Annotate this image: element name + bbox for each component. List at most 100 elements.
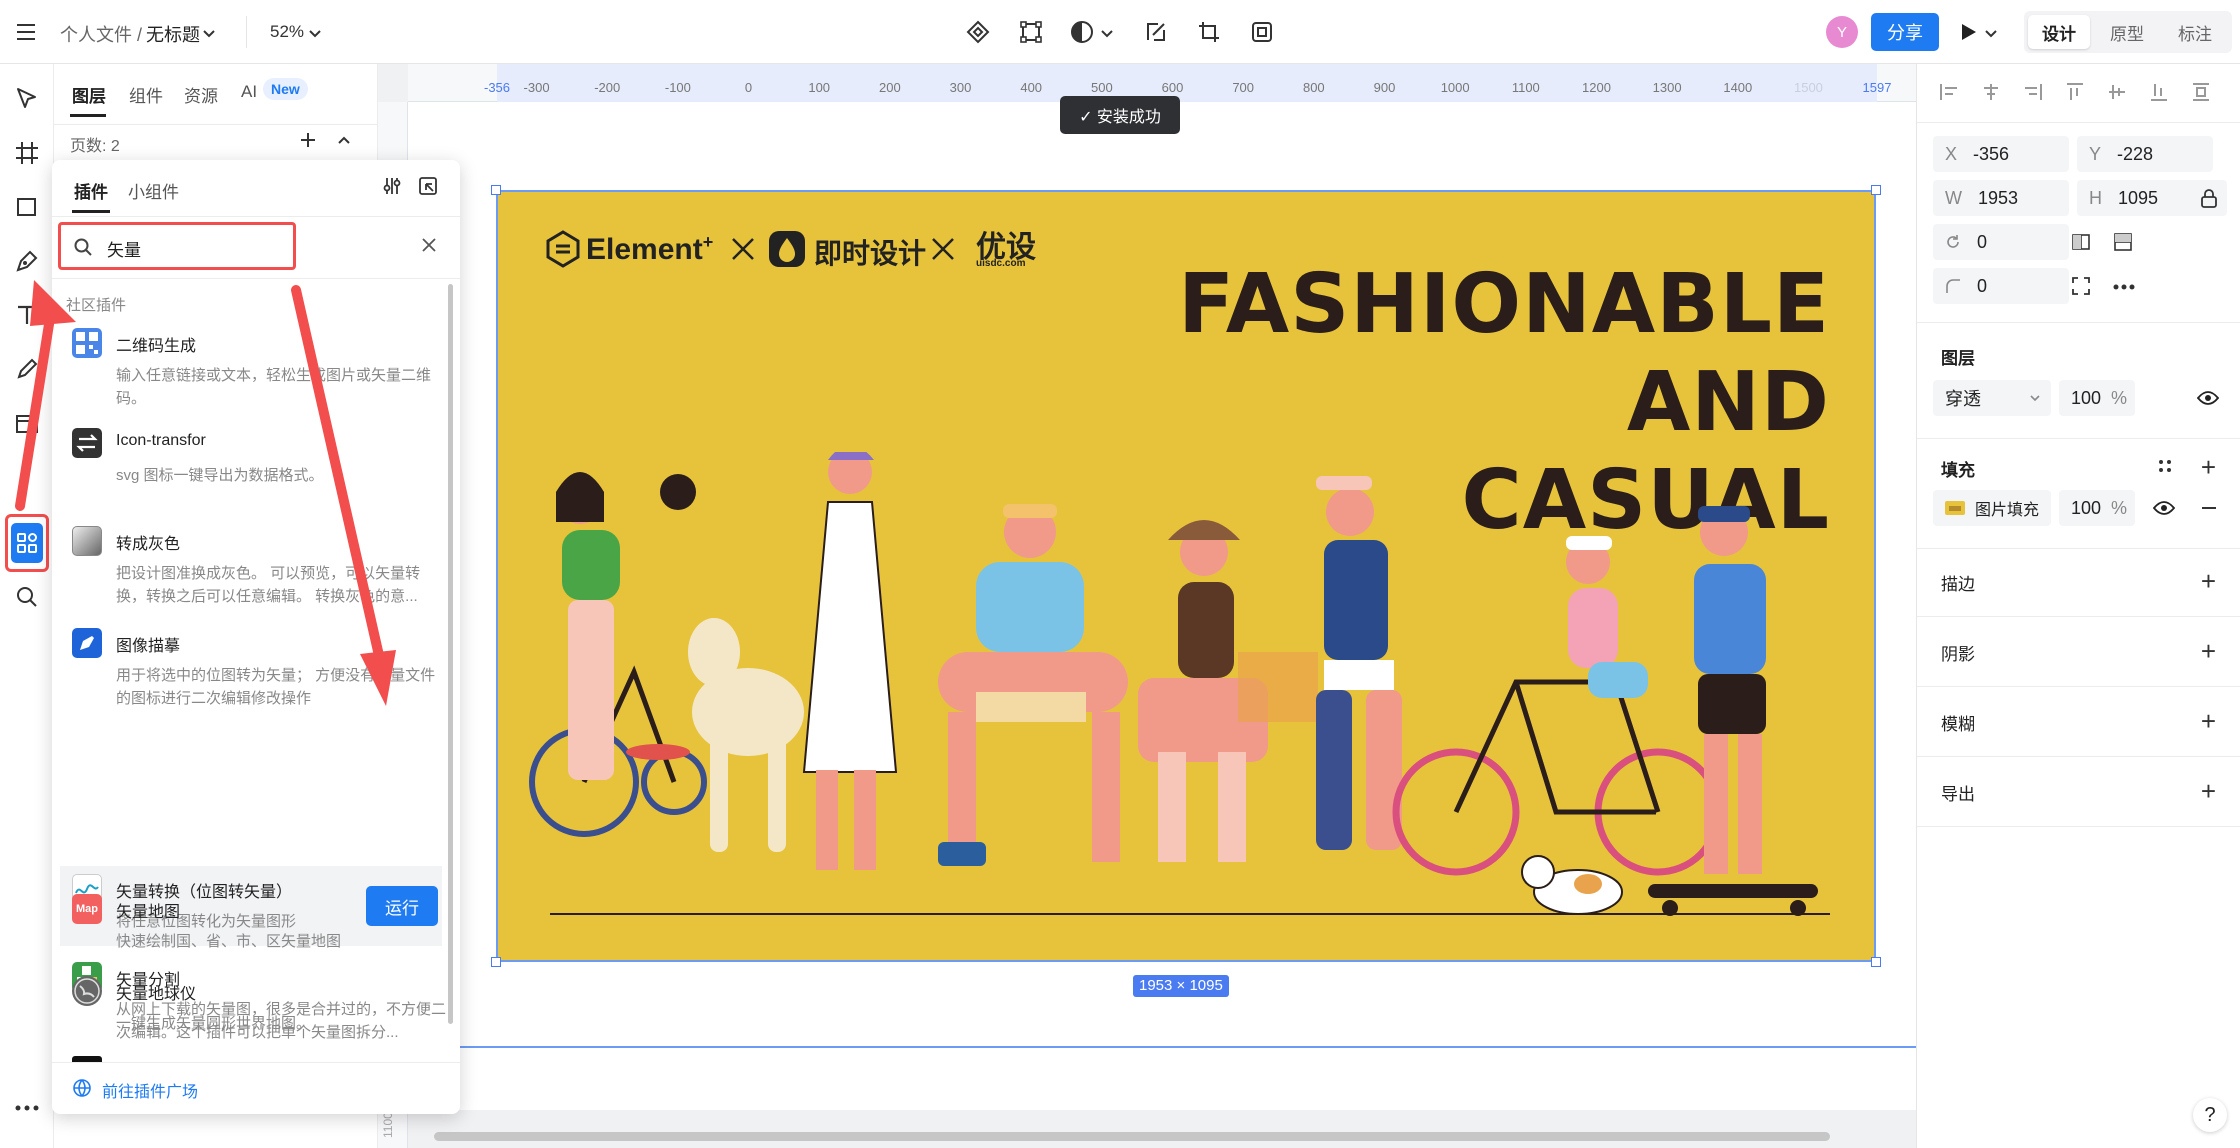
distribute-icon[interactable] bbox=[2191, 82, 2211, 102]
remove-fill-icon[interactable] bbox=[2201, 506, 2217, 510]
radius-field[interactable]: 0 bbox=[1933, 268, 2069, 304]
independent-corners-icon[interactable] bbox=[2071, 276, 2091, 296]
flip-vertical-icon[interactable] bbox=[2113, 232, 2133, 252]
style-grid-icon[interactable] bbox=[2157, 458, 2173, 474]
plugin-search-box[interactable]: 矢量 bbox=[58, 222, 296, 270]
chevron-up-icon[interactable] bbox=[336, 132, 352, 148]
add-stroke-icon[interactable]: + bbox=[2201, 568, 2216, 594]
plugins-icon bbox=[15, 531, 39, 555]
selection-handle[interactable] bbox=[491, 957, 501, 967]
fill-opacity-field[interactable]: 100 % bbox=[2059, 490, 2135, 526]
zoom-level[interactable]: 52% bbox=[270, 22, 304, 42]
text-icon[interactable] bbox=[14, 302, 40, 328]
tab-widgets[interactable]: 小组件 bbox=[128, 178, 179, 203]
list-item[interactable]: Map 矢量地图 快速绘制国、省、市、区矢量地图 bbox=[60, 886, 442, 958]
rectangle-icon[interactable] bbox=[14, 194, 40, 220]
opacity-value: 100 bbox=[2071, 387, 2102, 408]
settings-sliders-icon[interactable] bbox=[382, 176, 402, 196]
eye-icon[interactable] bbox=[2197, 390, 2219, 406]
open-external-icon[interactable] bbox=[418, 176, 438, 196]
clear-search-icon[interactable] bbox=[420, 236, 438, 254]
tab-design[interactable]: 设计 bbox=[2028, 15, 2090, 49]
avatar[interactable]: Y bbox=[1826, 16, 1858, 48]
h-label: H bbox=[2089, 187, 2102, 208]
align-bottom-icon[interactable] bbox=[2149, 82, 2169, 102]
tab-layers[interactable]: 图层 bbox=[72, 82, 106, 107]
tab-plugins[interactable]: 插件 bbox=[74, 178, 108, 203]
list-item[interactable]: 转成灰色 把设计图准换成灰色。 可以预览，可以矢量转换，转换之后可以任意编辑。 … bbox=[60, 518, 442, 618]
add-export-icon[interactable]: + bbox=[2201, 778, 2216, 804]
chevron-down-icon[interactable] bbox=[308, 26, 322, 40]
pencil-icon[interactable] bbox=[14, 356, 40, 382]
transform-icon[interactable] bbox=[1019, 20, 1043, 44]
h-value: 1095 bbox=[2118, 187, 2159, 208]
frame-tool-icon[interactable] bbox=[14, 140, 40, 166]
align-right-icon[interactable] bbox=[2023, 82, 2043, 102]
add-blur-icon[interactable]: + bbox=[2201, 708, 2216, 734]
selection-handle[interactable] bbox=[491, 185, 501, 195]
tab-ai[interactable]: AI bbox=[241, 82, 257, 102]
component-icon[interactable] bbox=[966, 20, 990, 44]
rotation-field[interactable]: 0 bbox=[1933, 224, 2069, 260]
add-page-icon[interactable] bbox=[298, 130, 318, 150]
plugin-desc: svg 图标一键导出为数据格式。 bbox=[116, 467, 324, 484]
fill-type-field[interactable]: 图片填充 bbox=[1933, 490, 2051, 526]
horizontal-scrollbar[interactable] bbox=[434, 1132, 1830, 1141]
search-input[interactable]: 矢量 bbox=[107, 236, 141, 261]
y-field[interactable]: Y -228 bbox=[2077, 136, 2213, 172]
align-left-icon[interactable] bbox=[1939, 82, 1959, 102]
list-item[interactable]: 矢量地球仪 一键生成矢量圆形世界地图。 bbox=[60, 968, 442, 1040]
tab-components[interactable]: 组件 bbox=[129, 82, 163, 107]
plugins-button[interactable] bbox=[5, 514, 49, 572]
list-item[interactable]: 二维码生成 输入任意链接或文本，轻松生成图片或矢量二维码。 bbox=[60, 320, 442, 414]
ruler-tick: 100 bbox=[808, 80, 831, 95]
flip-horizontal-icon[interactable] bbox=[2071, 232, 2091, 252]
add-fill-icon[interactable]: + bbox=[2201, 454, 2216, 480]
tab-assets[interactable]: 资源 bbox=[184, 82, 218, 107]
slice-icon[interactable] bbox=[14, 410, 40, 436]
list-item[interactable]: Icon-transfor svg 图标一键导出为数据格式。 bbox=[60, 420, 442, 500]
opacity-percent: % bbox=[2110, 388, 2127, 408]
tab-prototype[interactable]: 原型 bbox=[2096, 15, 2158, 49]
popup-scrollbar[interactable] bbox=[448, 284, 453, 1024]
play-icon[interactable] bbox=[1960, 22, 1978, 42]
eye-icon[interactable] bbox=[2153, 500, 2175, 516]
headline-line-1: FASHIONABLE bbox=[1178, 257, 1830, 352]
align-center-v-icon[interactable] bbox=[2107, 82, 2127, 102]
add-shadow-icon[interactable]: + bbox=[2201, 638, 2216, 664]
plugin-name: 二维码生成 bbox=[116, 338, 197, 355]
more-options-icon[interactable] bbox=[2113, 284, 2135, 290]
more-icon[interactable] bbox=[14, 1104, 40, 1112]
pen-icon[interactable] bbox=[14, 248, 40, 274]
divider bbox=[52, 278, 460, 279]
canvas[interactable]: -356 -300 -200 -100 0 100 200 300 400 500 600 700 80… bbox=[378, 64, 1916, 1148]
frame-icon[interactable] bbox=[1250, 20, 1274, 44]
help-button[interactable]: ? bbox=[2193, 1098, 2227, 1132]
selection-handle[interactable] bbox=[1871, 957, 1881, 967]
lock-ratio-button[interactable] bbox=[2191, 180, 2227, 216]
breadcrumb-parent[interactable]: 个人文件 / bbox=[60, 21, 142, 47]
plugin-name: 矢量地球仪 bbox=[116, 986, 197, 1003]
selection-handle[interactable] bbox=[1871, 185, 1881, 195]
search-icon[interactable] bbox=[14, 584, 40, 610]
edit-icon[interactable] bbox=[1144, 20, 1168, 44]
align-top-icon[interactable] bbox=[2065, 82, 2085, 102]
menu-icon[interactable] bbox=[14, 20, 38, 44]
move-icon[interactable] bbox=[14, 86, 40, 112]
share-button[interactable]: 分享 bbox=[1871, 13, 1939, 51]
chevron-down-icon[interactable] bbox=[1984, 26, 1998, 40]
crop-icon[interactable] bbox=[1197, 20, 1221, 44]
chevron-down-icon[interactable] bbox=[202, 26, 216, 40]
file-name[interactable]: 无标题 bbox=[146, 21, 200, 47]
tab-annotate[interactable]: 标注 bbox=[2164, 15, 2226, 49]
opacity-field[interactable]: 100 % bbox=[2059, 380, 2135, 416]
boolean-icon[interactable] bbox=[1070, 20, 1094, 44]
chevron-down-icon[interactable] bbox=[1100, 26, 1114, 40]
plugin-market-link[interactable]: 前往插件广场 bbox=[102, 1078, 198, 1102]
list-item[interactable]: 图像描摹 用于将选中的位图转为矢量； 方便没有矢量文件的图标进行二次编辑修改操作 bbox=[60, 620, 442, 720]
artwork-frame[interactable]: Element+ 即时设计 优设 uisdc.com FASHIONABLE A… bbox=[496, 190, 1876, 962]
x-field[interactable]: X -356 bbox=[1933, 136, 2069, 172]
blend-mode-select[interactable]: 穿透 bbox=[1933, 380, 2051, 416]
w-field[interactable]: W 1953 bbox=[1933, 180, 2069, 216]
align-center-h-icon[interactable] bbox=[1981, 82, 2001, 102]
